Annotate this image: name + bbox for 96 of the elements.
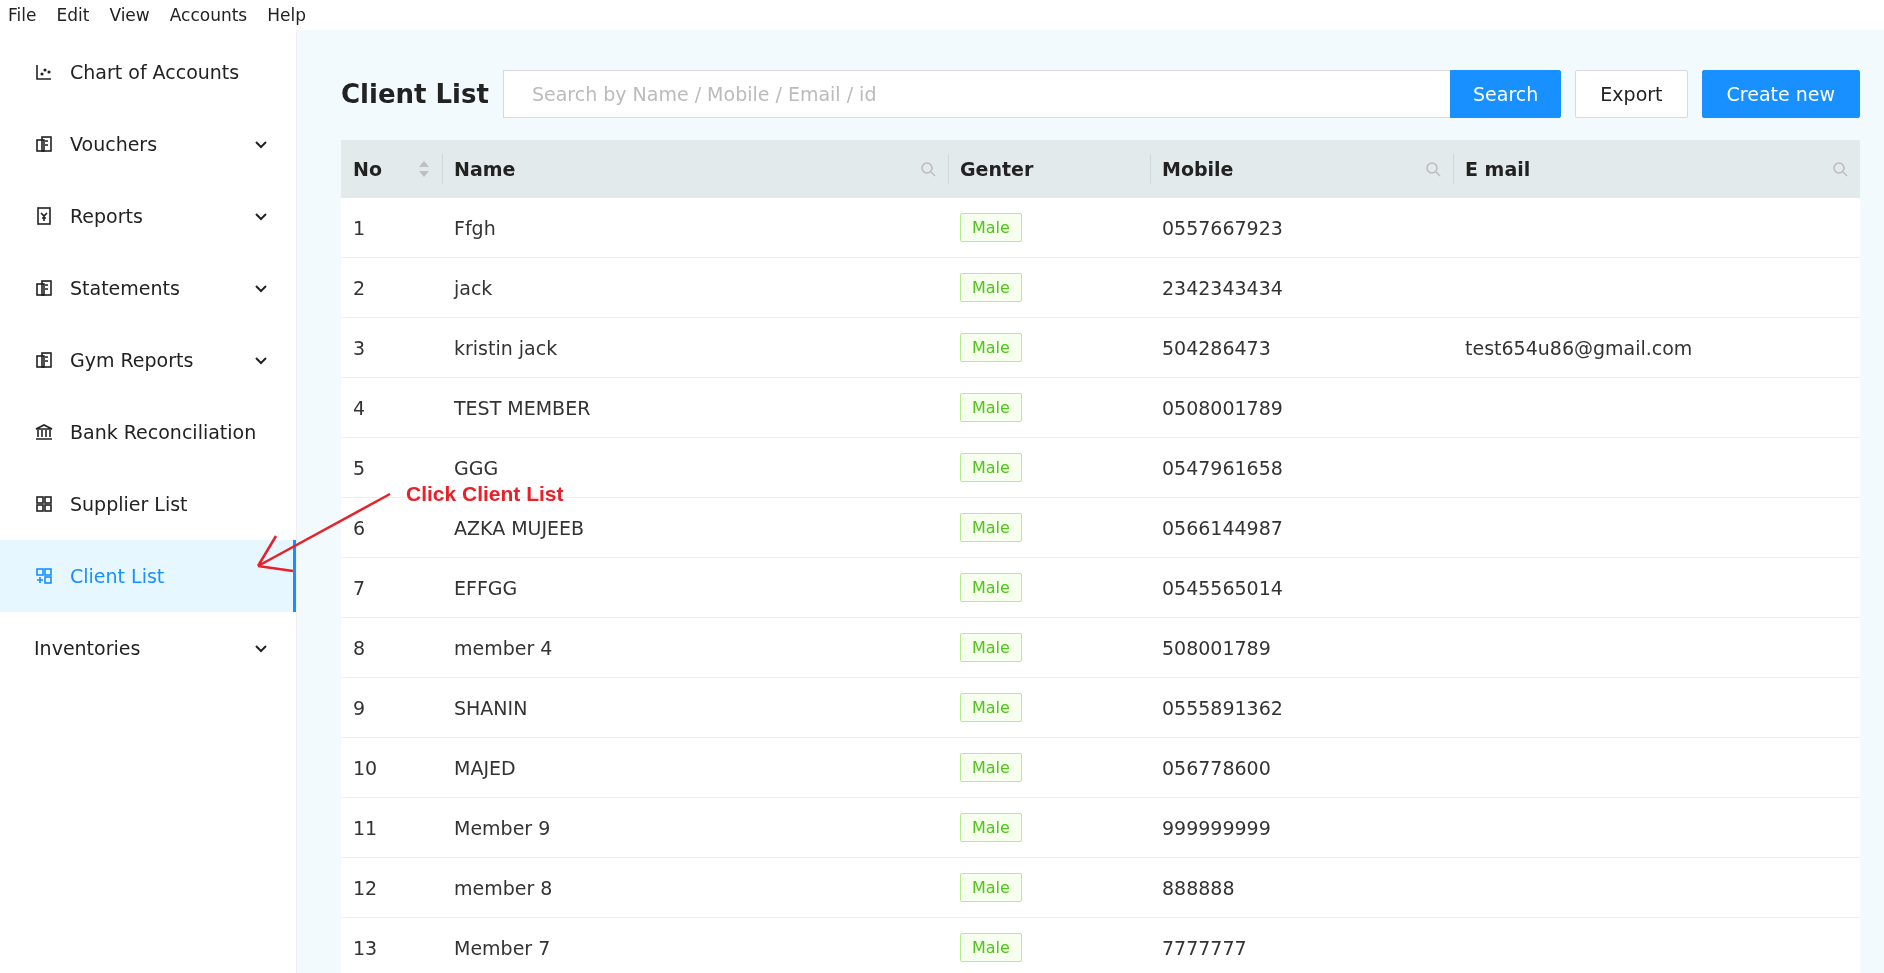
table-cell: 2: [353, 276, 366, 299]
table-cell: 0547961658: [1162, 456, 1283, 479]
sort-icon[interactable]: [418, 160, 430, 178]
table-cell: 12: [353, 876, 378, 899]
table-cell: 999999999: [1162, 816, 1271, 839]
search-icon[interactable]: [1832, 161, 1848, 177]
column-header: No: [353, 158, 383, 180]
gender-tag: Male: [960, 273, 1022, 302]
gender-tag: Male: [960, 393, 1022, 422]
table-cell: 7: [353, 576, 366, 599]
gender-tag: Male: [960, 333, 1022, 362]
page-title: Client List: [341, 79, 489, 109]
sidebar-label: Chart of Accounts: [70, 61, 241, 83]
menu-item[interactable]: Edit: [56, 5, 90, 25]
table-cell: kristin jack: [454, 336, 558, 359]
table-cell: 0508001789: [1162, 396, 1283, 419]
search-field[interactable]: Search by Name / Mobile / Email / id: [502, 70, 1451, 118]
table-cell: 6: [353, 516, 366, 539]
table-cell: SHANIN: [454, 696, 528, 719]
table-cell: MAJED: [454, 756, 516, 779]
table-cell: EFFGG: [454, 576, 518, 599]
table-cell: 504286473: [1162, 336, 1271, 359]
table-cell: test654u86@gmail.com: [1465, 336, 1693, 359]
table-cell: member 8: [454, 876, 553, 899]
table-cell: 1: [353, 216, 366, 239]
sidebar-label: Vouchers: [70, 133, 159, 155]
export-button[interactable]: Export: [1575, 70, 1688, 118]
table-cell: GGG: [454, 456, 499, 479]
sidebar-label: Bank Reconciliation: [70, 421, 258, 443]
gender-tag: Male: [960, 933, 1022, 962]
sidebar-item[interactable]: Chart of Accounts: [0, 36, 296, 108]
table-cell: 888888: [1162, 876, 1235, 899]
table-cell: Member 9: [454, 816, 551, 839]
table-cell: 8: [353, 636, 366, 659]
column-header: Mobile: [1162, 158, 1235, 180]
gender-tag: Male: [960, 633, 1022, 662]
sidebar-item[interactable]: Vouchers: [0, 108, 296, 180]
search-icon[interactable]: [920, 161, 936, 177]
table-cell: TEST MEMBER: [454, 396, 591, 419]
table-cell: 5: [353, 456, 366, 479]
report-icon: [34, 206, 54, 226]
table-cell: AZKA MUJEEB: [454, 516, 585, 539]
table-cell: 7777777: [1162, 936, 1247, 959]
gender-tag: Male: [960, 453, 1022, 482]
table-cell: 508001789: [1162, 636, 1271, 659]
table-cell: 4: [353, 396, 366, 419]
gender-tag: Male: [960, 513, 1022, 542]
gender-tag: Male: [960, 753, 1022, 782]
table-cell: 0557667923: [1162, 216, 1283, 239]
clipboard-icon: [34, 278, 54, 298]
gender-tag: Male: [960, 213, 1022, 242]
table-cell: member 4: [454, 636, 553, 659]
menu-item[interactable]: File: [8, 5, 37, 25]
search-icon[interactable]: [1425, 161, 1441, 177]
table-cell: 056778600: [1162, 756, 1271, 779]
gender-tag: Male: [960, 693, 1022, 722]
chart-icon: [34, 62, 54, 82]
table-cell: 9: [353, 696, 366, 719]
sidebar-item[interactable]: Bank Reconciliation: [0, 396, 296, 468]
sidebar-item[interactable]: Reports: [0, 180, 296, 252]
table-cell: 10: [353, 756, 378, 779]
sidebar-label: Reports: [70, 205, 144, 227]
table-cell: 0555891362: [1162, 696, 1283, 719]
menu-item[interactable]: Help: [267, 5, 306, 25]
table-cell: jack: [454, 276, 493, 299]
table-cell: 0566144987: [1162, 516, 1283, 539]
annotation-text: Click Client List: [406, 482, 564, 506]
column-header: E mail: [1465, 158, 1532, 180]
sidebar-label: Inventories: [34, 637, 142, 659]
column-header: Name: [454, 158, 517, 180]
gender-tag: Male: [960, 873, 1022, 902]
bank-icon: [34, 422, 54, 442]
sidebar-label: Statements: [70, 277, 181, 299]
sidebar-item[interactable]: Supplier List: [0, 468, 296, 540]
sidebar-label: Gym Reports: [70, 349, 195, 371]
table-cell: Member 7: [454, 936, 551, 959]
sidebar-item[interactable]: Inventories: [0, 612, 296, 684]
menu-item[interactable]: View: [109, 5, 150, 25]
sidebar-label: Client List: [70, 565, 166, 587]
gender-tag: Male: [960, 573, 1022, 602]
clipboard-icon: [34, 134, 54, 154]
sidebar-item[interactable]: Statements: [0, 252, 296, 324]
table-cell: 3: [353, 336, 366, 359]
grid-plus-icon: [34, 566, 54, 586]
sidebar-item[interactable]: Gym Reports: [0, 324, 296, 396]
table-cell: Ffgh: [454, 216, 496, 239]
sidebar-label: Supplier List: [70, 493, 189, 515]
menu-item[interactable]: Accounts: [169, 5, 248, 25]
table-cell: 0545565014: [1162, 576, 1283, 599]
table-cell: 13: [353, 936, 378, 959]
column-header: Genter: [960, 158, 1035, 180]
grid-icon: [34, 494, 54, 514]
table-cell: 11: [353, 816, 378, 839]
clipboard-icon: [34, 350, 54, 370]
table-cell: 2342343434: [1162, 276, 1283, 299]
gender-tag: Male: [960, 813, 1022, 842]
